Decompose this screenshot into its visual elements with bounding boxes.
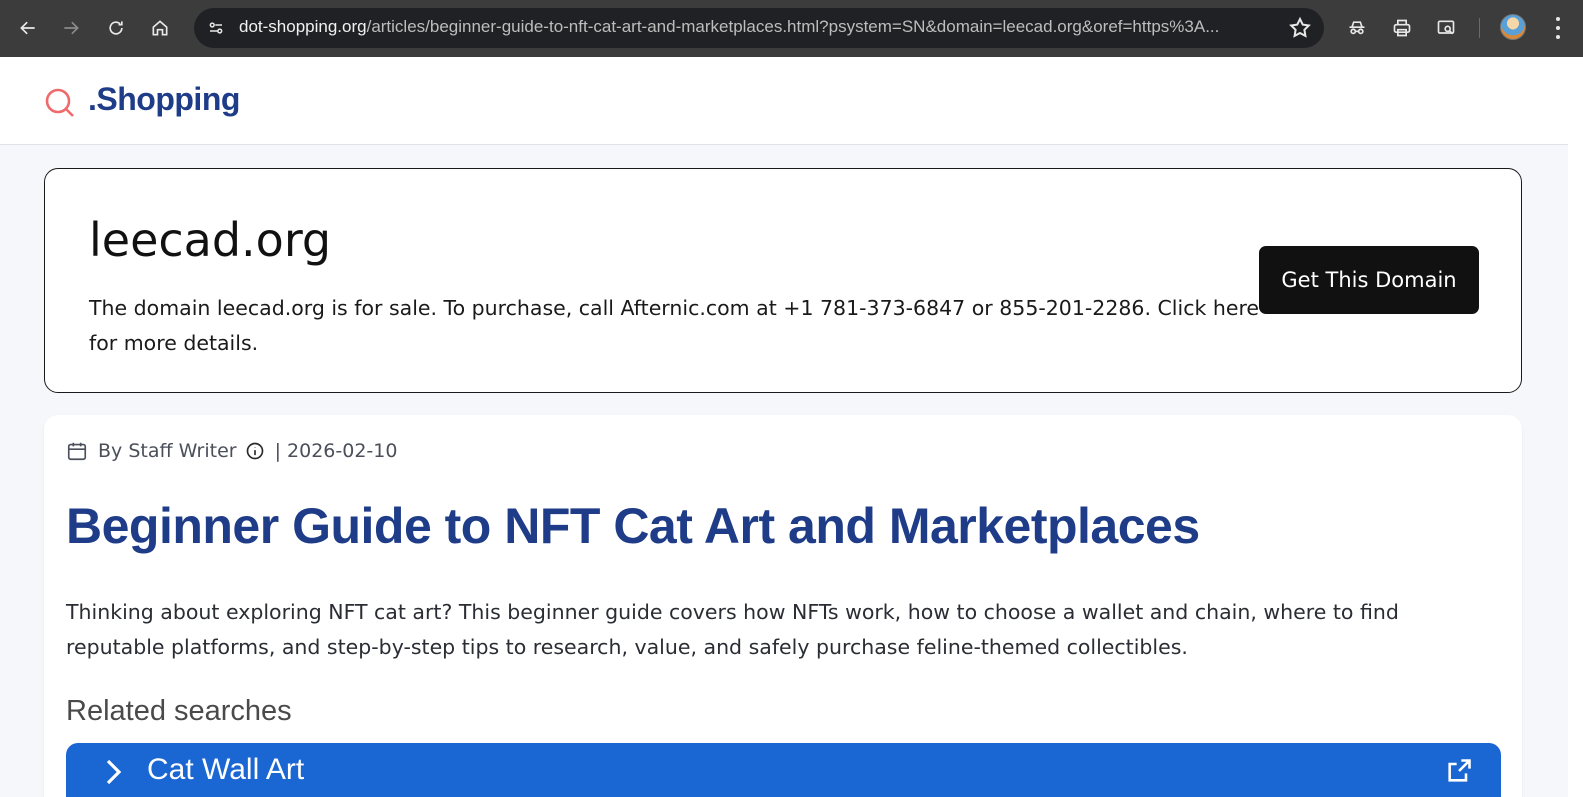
incognito-button[interactable] <box>1341 12 1373 44</box>
forward-button[interactable] <box>55 12 87 44</box>
toolbar-separator <box>1479 18 1480 38</box>
print-button[interactable] <box>1386 12 1418 44</box>
url-path: /articles/beginner-guide-to-nft-cat-art-… <box>366 17 1220 36</box>
get-domain-button[interactable]: Get This Domain <box>1259 246 1479 314</box>
article-card: By Staff Writer | 2026-02-10 Beginner Gu… <box>44 415 1522 797</box>
article-title: Beginner Guide to NFT Cat Art and Market… <box>66 498 1200 554</box>
address-bar[interactable]: dot-shopping.org/articles/beginner-guide… <box>194 8 1324 48</box>
domain-title: leecad.org <box>89 213 332 267</box>
article-meta: By Staff Writer | 2026-02-10 <box>66 437 397 465</box>
site-logo[interactable]: .Shopping <box>88 81 240 118</box>
bookmark-button[interactable] <box>1288 16 1312 40</box>
profile-avatar[interactable] <box>1500 14 1526 40</box>
chevron-right-icon <box>106 759 122 785</box>
back-button[interactable] <box>12 12 44 44</box>
home-icon <box>152 20 168 36</box>
reload-button[interactable] <box>100 12 132 44</box>
url-host: dot-shopping.org <box>239 17 367 36</box>
related-searches-heading: Related searches <box>66 695 292 727</box>
related-search-item[interactable]: Cat Wall Art <box>66 743 1501 797</box>
search-tab-button[interactable] <box>1430 12 1462 44</box>
star-icon <box>1289 16 1311 38</box>
article-date: | 2026-02-10 <box>274 440 398 462</box>
site-info-icon <box>209 22 223 34</box>
url-text[interactable]: dot-shopping.org/articles/beginner-guide… <box>239 17 1269 39</box>
scrollbar-track[interactable] <box>1568 57 1583 797</box>
search-logo-icon <box>45 88 74 117</box>
menu-icon[interactable] <box>1550 14 1566 42</box>
external-link-icon <box>1448 759 1471 782</box>
reload-icon <box>109 21 123 35</box>
calendar-icon <box>67 442 87 461</box>
domain-sale-card: leecad.org The domain leecad.org is for … <box>44 168 1522 393</box>
article-author: By Staff Writer <box>98 440 237 462</box>
home-button[interactable] <box>144 12 176 44</box>
back-icon <box>20 21 35 35</box>
article-summary: Thinking about exploring NFT cat art? Th… <box>66 600 1399 659</box>
forward-icon <box>64 21 79 35</box>
incognito-icon <box>1349 21 1365 35</box>
browser-toolbar: dot-shopping.org/articles/beginner-guide… <box>0 0 1583 57</box>
site-info-button[interactable] <box>202 14 230 42</box>
related-search-label: Cat Wall Art <box>147 753 305 786</box>
print-icon <box>1393 19 1411 37</box>
info-icon[interactable] <box>245 441 265 461</box>
site-header: .Shopping <box>0 57 1568 145</box>
search-tab-icon <box>1437 20 1455 35</box>
domain-description[interactable]: The domain leecad.org is for sale. To pu… <box>89 291 1269 361</box>
